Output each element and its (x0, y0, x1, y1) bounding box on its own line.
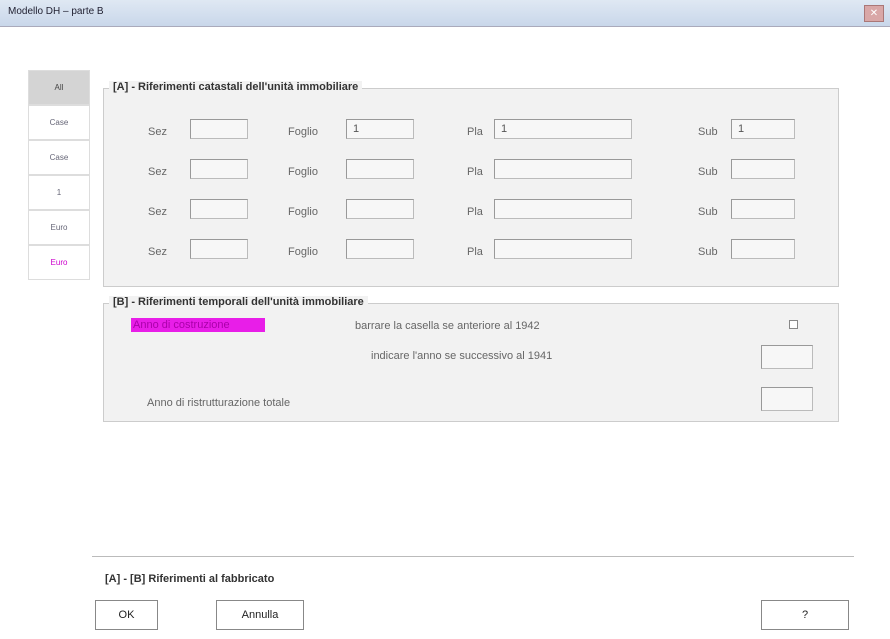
foglio-label: Foglio (288, 166, 318, 178)
sub-label: Sub (698, 246, 718, 258)
foglio-field-1[interactable]: 1 (346, 119, 414, 139)
sub-field-3[interactable] (731, 199, 795, 219)
sez-label: Sez (148, 206, 167, 218)
ante-1942-hint: barrare la casella se anteriore al 1942 (355, 320, 540, 332)
post-1941-hint: indicare l'anno se successivo al 1941 (371, 350, 553, 362)
sez-field-1[interactable] (190, 119, 248, 139)
sez-field-3[interactable] (190, 199, 248, 219)
window-title: Modello DH – parte B (8, 6, 104, 17)
tab-label: Case (49, 153, 69, 162)
anno-costruzione-input[interactable] (761, 345, 813, 369)
title-bar: Modello DH – parte B ✕ (0, 0, 890, 27)
ok-button[interactable]: OK (95, 600, 158, 630)
sub-label: Sub (698, 166, 718, 178)
sub-field-1[interactable]: 1 (731, 119, 795, 139)
foglio-field-3[interactable] (346, 199, 414, 219)
section-a-legend: [A] - Riferimenti catastali dell'unità i… (109, 81, 363, 93)
pla-label: Pla (467, 246, 483, 258)
close-button[interactable]: ✕ (864, 5, 884, 22)
tab-case-2[interactable]: Case (28, 140, 90, 175)
annulla-button[interactable]: Annulla (216, 600, 304, 630)
pla-label: Pla (467, 166, 483, 178)
section-b-legend: [B] - Riferimenti temporali dell'unità i… (109, 296, 368, 308)
tab-label: 1 (56, 188, 62, 197)
foglio-field-4[interactable] (346, 239, 414, 259)
anno-ristrutturazione-input[interactable] (761, 387, 813, 411)
pla-label: Pla (467, 126, 483, 138)
sub-field-2[interactable] (731, 159, 795, 179)
tab-label: Euro (50, 223, 68, 232)
main-panel: All Case Case 1 Euro Euro [A] - Riferime… (0, 27, 890, 639)
sub-label: Sub (698, 126, 718, 138)
sez-label: Sez (148, 166, 167, 178)
close-icon: ✕ (869, 8, 879, 19)
tab-case-1[interactable]: Case (28, 105, 90, 140)
sez-label: Sez (148, 126, 167, 138)
sez-label: Sez (148, 246, 167, 258)
tab-label: All (54, 83, 64, 92)
sub-field-4[interactable] (731, 239, 795, 259)
foglio-label: Foglio (288, 246, 318, 258)
tab-list: All Case Case 1 Euro Euro (28, 70, 92, 280)
sez-field-2[interactable] (190, 159, 248, 179)
foglio-label: Foglio (288, 126, 318, 138)
tab-euro-1[interactable]: Euro (28, 210, 90, 245)
tab-all[interactable]: All (28, 70, 90, 105)
tab-label: Case (49, 118, 69, 127)
foglio-field-2[interactable] (346, 159, 414, 179)
pla-field-1[interactable]: 1 (494, 119, 632, 139)
anno-ristrutturazione-label: Anno di ristrutturazione totale (147, 397, 291, 409)
pla-field-3[interactable] (494, 199, 632, 219)
foglio-label: Foglio (288, 206, 318, 218)
footer-divider (92, 556, 854, 557)
tab-label: Euro (50, 258, 68, 267)
help-button[interactable]: ? (761, 600, 849, 630)
tab-1[interactable]: 1 (28, 175, 90, 210)
ante-1942-checkbox[interactable] (789, 320, 798, 329)
tab-euro-2[interactable]: Euro (28, 245, 90, 280)
pla-field-4[interactable] (494, 239, 632, 259)
footer-title: [A] - [B] Riferimenti al fabbricato (105, 573, 275, 585)
sub-label: Sub (698, 206, 718, 218)
anno-costruzione-label: Anno di costruzione (131, 318, 265, 332)
pla-field-2[interactable] (494, 159, 632, 179)
sez-field-4[interactable] (190, 239, 248, 259)
pla-label: Pla (467, 206, 483, 218)
